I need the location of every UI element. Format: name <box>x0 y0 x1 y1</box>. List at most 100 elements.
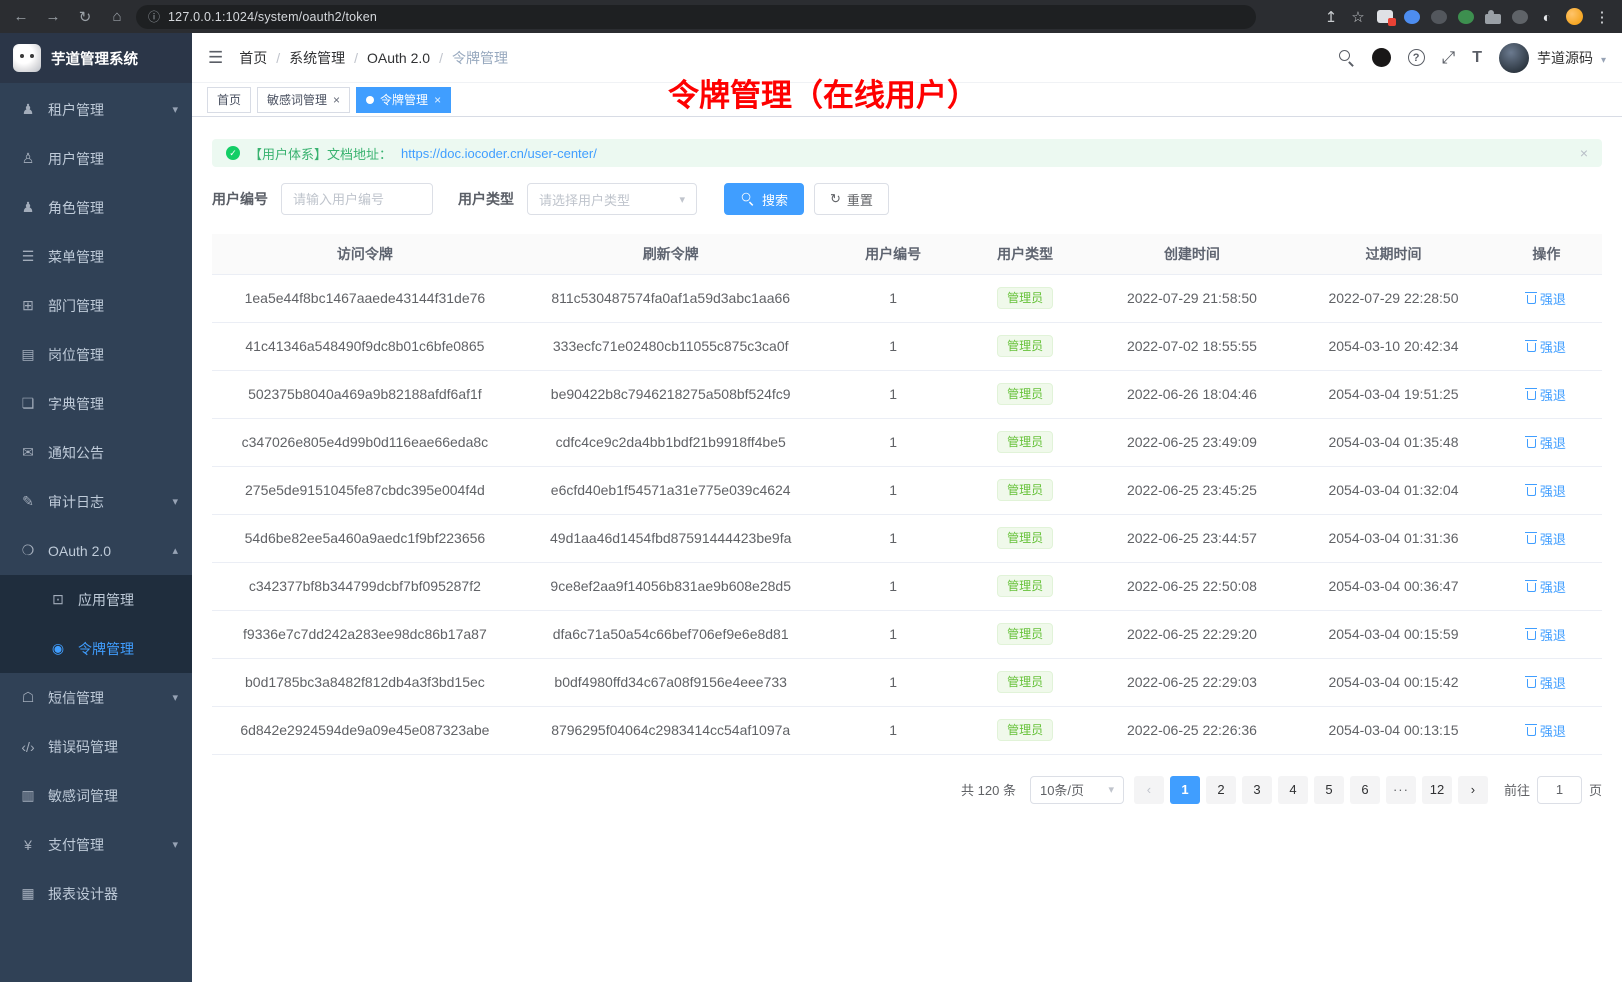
refresh-icon: ↻ <box>830 191 841 207</box>
page-button-5[interactable]: 5 <box>1314 776 1344 804</box>
force-logout-button[interactable]: 强退 <box>1527 529 1566 548</box>
force-logout-button[interactable]: 强退 <box>1527 625 1566 644</box>
forward-icon[interactable]: → <box>44 8 62 25</box>
theme-icon[interactable]: ◐ <box>1539 8 1555 26</box>
sidebar-item-dict[interactable]: ❏字典管理 <box>0 379 192 428</box>
report-icon: ▦ <box>19 885 37 902</box>
fullscreen-icon[interactable]: ⤢ <box>1442 48 1456 68</box>
page-button-3[interactable]: 3 <box>1242 776 1272 804</box>
sidebar-item-sms[interactable]: ☖短信管理▾ <box>0 673 192 722</box>
user-type-cell: 管理员 <box>963 706 1088 754</box>
breadcrumb-item[interactable]: 首页 <box>239 48 267 68</box>
access-token-cell: 41c41346a548490f9dc8b01c6bfe0865 <box>212 322 518 370</box>
info-icon[interactable]: ⓘ <box>148 8 160 25</box>
sidebar-item-menu[interactable]: ☰菜单管理 <box>0 232 192 281</box>
next-page-button[interactable]: › <box>1458 776 1488 804</box>
force-logout-button[interactable]: 强退 <box>1527 481 1566 500</box>
sidebar-item-label: 支付管理 <box>48 835 161 855</box>
chevron-down-icon: ▾ <box>679 193 685 206</box>
tab-close-icon[interactable]: × <box>333 94 340 106</box>
page-button-6[interactable]: 6 <box>1350 776 1380 804</box>
sidebar-item-sensitive-word[interactable]: ▥敏感词管理 <box>0 771 192 820</box>
reload-icon[interactable]: ↻ <box>76 8 94 26</box>
sidebar-item-oauth2[interactable]: ❍OAuth 2.0▴ <box>0 526 192 575</box>
breadcrumb-item[interactable]: OAuth 2.0 <box>367 50 430 66</box>
extension-badge-icon[interactable] <box>1377 10 1393 23</box>
sidebar-item-oauth2-app[interactable]: ⊡应用管理 <box>0 575 192 624</box>
search-button[interactable]: 搜索 <box>724 183 804 215</box>
page-size-select[interactable]: 10条/页 ▾ <box>1030 776 1124 804</box>
announcement-icon: ✉ <box>19 444 37 461</box>
url-bar[interactable]: ⓘ 127.0.0.1:1024/system/oauth2/token <box>136 5 1256 29</box>
back-icon[interactable]: ← <box>12 8 30 25</box>
tab-home[interactable]: 首页 <box>207 87 251 113</box>
sidebar-item-role[interactable]: ♟角色管理 <box>0 183 192 232</box>
tab-sensitive-word[interactable]: 敏感词管理× <box>257 87 350 113</box>
doc-link[interactable]: https://doc.iocoder.cn/user-center/ <box>401 146 597 161</box>
share-icon[interactable]: ↥ <box>1323 8 1339 26</box>
token-table: 访问令牌刷新令牌用户编号用户类型创建时间过期时间操作 1ea5e44f8bc14… <box>212 234 1602 755</box>
sidebar-item-audit-log[interactable]: ✎审计日志▾ <box>0 477 192 526</box>
goto-page: 前往 页 <box>1504 776 1602 804</box>
operation-cell: 强退 <box>1491 706 1602 754</box>
reset-button[interactable]: ↻ 重置 <box>814 183 889 215</box>
github-icon[interactable] <box>1372 48 1391 67</box>
delete-icon <box>1527 583 1536 592</box>
user-menu[interactable]: 芋道源码 ▾ <box>1499 43 1606 73</box>
sidebar-item-tenant[interactable]: ♟租户管理▾ <box>0 85 192 134</box>
extension-green-icon[interactable] <box>1458 10 1474 24</box>
force-logout-button[interactable]: 强退 <box>1527 721 1566 740</box>
help-icon[interactable]: ? <box>1408 49 1425 66</box>
page-button-4[interactable]: 4 <box>1278 776 1308 804</box>
user-type-select[interactable]: 请选择用户类型 ▾ <box>527 183 697 215</box>
sidebar-item-oauth2-token[interactable]: ◉令牌管理 <box>0 624 192 673</box>
sidebar-item-user[interactable]: ♙用户管理 <box>0 134 192 183</box>
expire-time-cell: 2022-07-29 22:28:50 <box>1296 274 1491 322</box>
force-logout-button[interactable]: 强退 <box>1527 673 1566 692</box>
sidebar-item-error-code[interactable]: ‹/›错误码管理 <box>0 722 192 771</box>
sidebar-menu: ♟租户管理▾♙用户管理♟角色管理☰菜单管理⊞部门管理▤岗位管理❏字典管理✉通知公… <box>0 83 192 982</box>
bookmark-star-icon[interactable]: ☆ <box>1350 8 1366 26</box>
sidebar-item-post[interactable]: ▤岗位管理 <box>0 330 192 379</box>
profile-avatar-icon[interactable] <box>1566 8 1583 25</box>
user-type-tag: 管理员 <box>997 671 1053 693</box>
home-icon[interactable]: ⌂ <box>108 8 126 25</box>
force-logout-button[interactable]: 强退 <box>1527 289 1566 308</box>
goto-suffix: 页 <box>1589 780 1602 799</box>
extension-dark-icon[interactable] <box>1431 10 1447 24</box>
sidebar-item-pay[interactable]: ¥支付管理▾ <box>0 820 192 869</box>
sidebar-item-report-designer[interactable]: ▦报表设计器 <box>0 869 192 918</box>
force-logout-button[interactable]: 强退 <box>1527 337 1566 356</box>
force-logout-button[interactable]: 强退 <box>1527 577 1566 596</box>
delete-icon <box>1527 727 1536 736</box>
font-size-icon[interactable]: T <box>1472 49 1482 67</box>
extension-puzzle-icon[interactable] <box>1485 14 1501 24</box>
sidebar-item-dept[interactable]: ⊞部门管理 <box>0 281 192 330</box>
force-logout-button[interactable]: 强退 <box>1527 385 1566 404</box>
search-icon[interactable] <box>1339 50 1355 66</box>
hamburger-icon[interactable]: ☰ <box>208 48 223 68</box>
menu-dots-icon[interactable]: ⋮ <box>1594 8 1610 26</box>
alert-close-icon[interactable]: × <box>1580 145 1588 161</box>
page-button-12[interactable]: 12 <box>1422 776 1452 804</box>
page-ellipsis-button[interactable]: ··· <box>1386 776 1416 804</box>
user-type-cell: 管理员 <box>963 562 1088 610</box>
goto-page-input[interactable] <box>1537 776 1582 804</box>
force-logout-button[interactable]: 强退 <box>1527 433 1566 452</box>
extension-blue-icon[interactable] <box>1404 10 1420 24</box>
create-time-cell: 2022-06-25 23:44:57 <box>1088 514 1297 562</box>
breadcrumb-item[interactable]: 系统管理 <box>289 48 345 68</box>
prev-page-button[interactable]: ‹ <box>1134 776 1164 804</box>
extension-gray-icon[interactable] <box>1512 10 1528 24</box>
table-row: 502375b8040a469a9b82188afdf6af1fbe90422b… <box>212 370 1602 418</box>
sms-icon: ☖ <box>19 689 37 706</box>
tab-token[interactable]: 令牌管理× <box>356 87 451 113</box>
table-row: 54d6be82ee5a460a9aedc1f9bf22365649d1aa46… <box>212 514 1602 562</box>
sidebar-item-notice[interactable]: ✉通知公告 <box>0 428 192 477</box>
user-id-input[interactable] <box>281 183 433 215</box>
tab-close-icon[interactable]: × <box>434 94 441 106</box>
sidebar-item-label: 应用管理 <box>78 590 178 610</box>
page-button-1[interactable]: 1 <box>1170 776 1200 804</box>
operation-cell: 强退 <box>1491 562 1602 610</box>
page-button-2[interactable]: 2 <box>1206 776 1236 804</box>
